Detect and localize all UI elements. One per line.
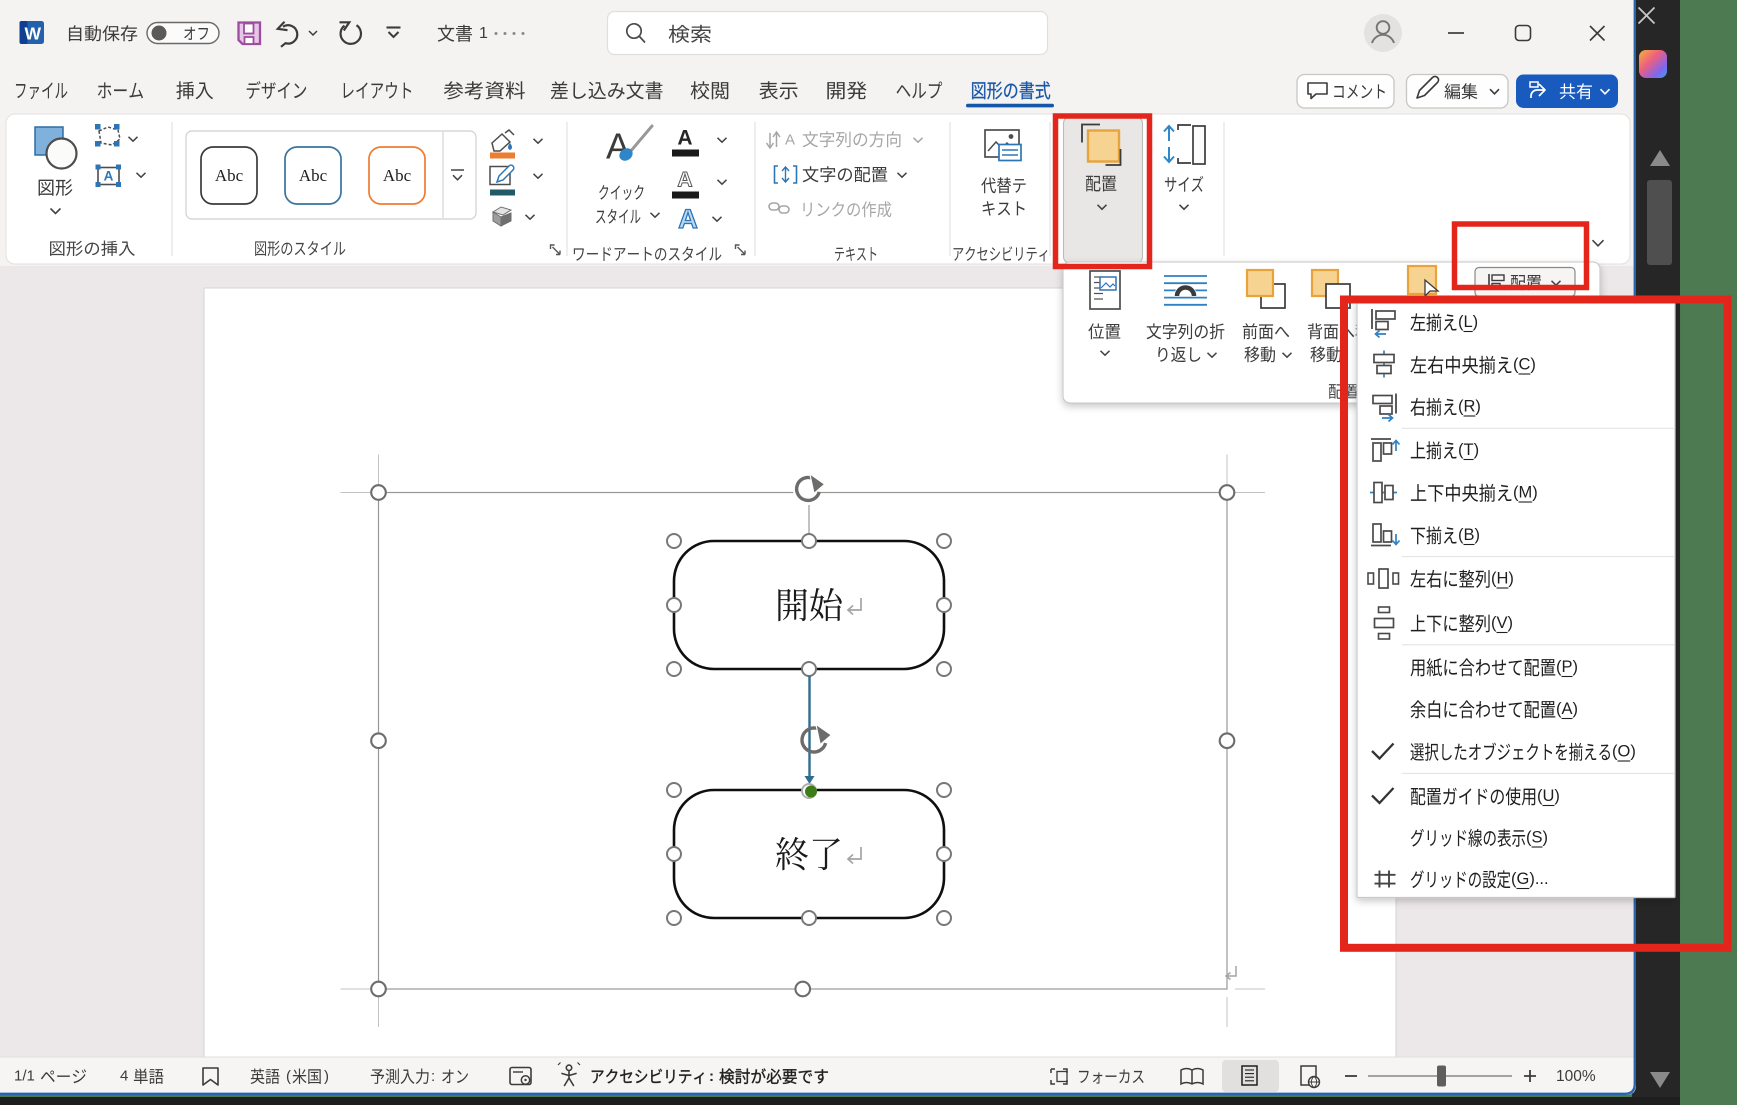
svg-text:A: A xyxy=(677,127,692,150)
svg-text:1: 1 xyxy=(479,25,488,42)
svg-text:(R): (R) xyxy=(1458,398,1481,416)
svg-text:(: ( xyxy=(286,1068,291,1085)
svg-text::: : xyxy=(709,1068,714,1085)
svg-text:(T): (T) xyxy=(1458,441,1479,459)
svg-text:(C): (C) xyxy=(1513,356,1536,374)
svg-text:(L): (L) xyxy=(1458,313,1478,331)
svg-text:(A): (A) xyxy=(1556,700,1578,718)
svg-text:W: W xyxy=(25,24,42,44)
svg-text:Abc: Abc xyxy=(215,166,244,185)
svg-text:A: A xyxy=(785,132,795,149)
svg-text::: : xyxy=(431,1068,435,1085)
svg-text:(G)...: (G)... xyxy=(1511,870,1549,888)
svg-text:1/1: 1/1 xyxy=(14,1068,35,1085)
svg-text:(P): (P) xyxy=(1556,658,1578,676)
svg-text:A: A xyxy=(677,169,692,192)
svg-text:100%: 100% xyxy=(1556,1068,1596,1085)
svg-text:Abc: Abc xyxy=(299,166,328,185)
svg-text:(S): (S) xyxy=(1526,829,1548,847)
svg-text:(M): (M) xyxy=(1513,484,1538,502)
svg-text:4: 4 xyxy=(120,1068,128,1085)
svg-text:(U): (U) xyxy=(1537,787,1560,805)
svg-text:Abc: Abc xyxy=(383,166,412,185)
svg-text:(O): (O) xyxy=(1612,743,1636,761)
svg-text:(H): (H) xyxy=(1491,570,1514,588)
svg-text:A: A xyxy=(678,204,698,234)
svg-text:(V): (V) xyxy=(1491,614,1513,632)
svg-text:A: A xyxy=(104,169,114,184)
svg-text:): ) xyxy=(324,1068,329,1085)
svg-text:(B): (B) xyxy=(1458,526,1480,544)
